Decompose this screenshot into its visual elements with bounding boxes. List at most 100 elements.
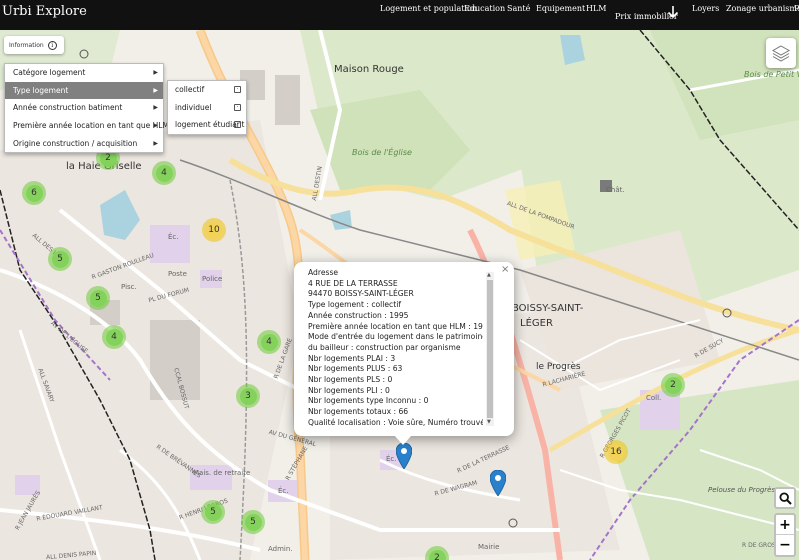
information-button[interactable]: Information i: [4, 36, 64, 54]
place-label: Maison Rouge: [334, 64, 404, 75]
cluster-count: 6: [25, 184, 43, 202]
map-search-button[interactable]: [774, 487, 796, 509]
nav-education[interactable]: Education: [464, 4, 505, 13]
popup-line: Nbr logements totaux : 66: [308, 407, 409, 417]
caret-right-icon: ▶: [153, 139, 158, 147]
cluster-marker[interactable]: 5: [48, 247, 72, 271]
checkbox-icon[interactable]: ·: [234, 121, 241, 129]
cluster-count: 4: [260, 333, 278, 351]
nav-hlm[interactable]: HLM: [586, 4, 606, 13]
submenu-item-label: individuel: [175, 102, 212, 112]
popup-line: Adresse: [308, 268, 339, 277]
nav-zonage-urbanisme[interactable]: Zonage urbanisme: [726, 4, 799, 13]
cluster-count: 2: [664, 376, 682, 394]
menu-item-categorie-logement[interactable]: Catégore logement ▶: [5, 64, 163, 82]
close-icon[interactable]: ×: [501, 264, 509, 275]
caret-right-icon: ▶: [153, 104, 158, 112]
menu-item-label: Année construction batiment: [13, 103, 123, 113]
cluster-count: 5: [204, 503, 222, 521]
popup-scrollbar[interactable]: ▲ ▼: [486, 272, 494, 426]
menu-item-type-logement[interactable]: Type logement ▶: [5, 81, 163, 100]
submenu-item-label: collectif: [175, 85, 205, 95]
popup-content[interactable]: Adresse 4 RUE DE LA TERRASSE 94470 BOISS…: [308, 268, 483, 430]
poi-label: Pisc.: [121, 283, 137, 291]
poi-label: Admin.: [268, 545, 293, 553]
cluster-marker[interactable]: 5: [201, 500, 225, 524]
zoom-control: + −: [774, 513, 796, 557]
cluster-marker[interactable]: 3: [236, 384, 260, 408]
cluster-marker[interactable]: 5: [86, 286, 110, 310]
popup-line: Nbr logements PLS : 0: [308, 375, 393, 385]
nav-more[interactable]: P: [794, 4, 799, 13]
layers-button[interactable]: [766, 38, 796, 68]
place-label: Léger: [520, 318, 553, 329]
cluster-count: 2: [428, 549, 446, 560]
nav-sante[interactable]: Santé: [507, 4, 530, 13]
cluster-marker[interactable]: 4: [152, 161, 176, 185]
map-marker-icon[interactable]: [490, 470, 506, 496]
poi-label: Poste: [168, 270, 187, 278]
popup-line: Type logement : collectif: [308, 300, 401, 310]
poi-label: Mairie: [478, 543, 500, 551]
poi-label: Chât.: [606, 186, 625, 194]
type-logement-submenu: collectif · individuel · logement étudia…: [167, 80, 247, 135]
cluster-marker[interactable]: 6: [22, 181, 46, 205]
forest-label: Bois de Petit Val: [744, 70, 799, 79]
cluster-count: 4: [155, 164, 173, 182]
layers-icon: [771, 45, 791, 62]
cluster-count: 16: [607, 443, 625, 461]
nav-loyers[interactable]: Loyers: [692, 4, 719, 13]
cluster-count: 5: [244, 513, 262, 531]
menu-item-label: Catégore logement: [13, 68, 86, 78]
popup-line: Qualité localisation : Voie sûre, Numéro…: [308, 417, 483, 427]
information-label: Information: [9, 41, 44, 49]
poi-label: Éc.: [386, 455, 397, 463]
poi-label: Coll.: [646, 394, 662, 402]
poi-label: Éc.: [278, 487, 289, 495]
poi-label: Police: [202, 275, 223, 283]
checkbox-icon[interactable]: ·: [234, 103, 241, 111]
popup-line: Nbr logements PLI : 0: [308, 385, 390, 395]
cluster-marker[interactable]: 5: [241, 510, 265, 534]
zoom-out-icon[interactable]: −: [776, 535, 794, 555]
menu-item-annee-construction[interactable]: Année construction batiment ▶: [5, 99, 163, 117]
popup-line: Mode d'entrée du logement dans le patrim…: [308, 332, 483, 342]
submenu-item-logement-etudiant[interactable]: logement étudiant ·: [168, 116, 246, 134]
filter-menu: Catégore logement ▶ Type logement ▶ Anné…: [4, 63, 169, 153]
popup-line: Nbr logements type Inconnu : 0: [308, 396, 429, 406]
top-navbar: Urbi Explore Logement et population Educ…: [0, 0, 799, 30]
popup-line: 4 RUE DE LA TERRASSE: [308, 278, 398, 288]
info-icon: i: [47, 40, 57, 50]
poi-label: Éc.: [168, 233, 179, 241]
popup-line: du bailleur : construction par organisme: [308, 342, 461, 352]
app-title[interactable]: Urbi Explore: [2, 4, 87, 19]
arrow-down-icon[interactable]: [667, 5, 679, 19]
nav-equipement[interactable]: Equipement: [536, 4, 585, 13]
popup-line: Première année location en tant que HLM …: [308, 321, 483, 331]
cluster-count: 3: [239, 387, 257, 405]
cluster-marker[interactable]: 4: [257, 330, 281, 354]
menu-item-origine-construction[interactable]: Origine construction / acquisition ▶: [5, 134, 163, 152]
popup-line: 94470 BOISSY-SAINT-LÉGER: [308, 289, 414, 299]
scroll-down-icon[interactable]: ▼: [487, 419, 491, 425]
cluster-marker[interactable]: 16: [604, 440, 628, 464]
cluster-marker[interactable]: 4: [102, 325, 126, 349]
scrollbar-thumb[interactable]: [487, 280, 493, 418]
nav-logement-population[interactable]: Logement et population: [380, 4, 477, 13]
submenu-item-collectif[interactable]: collectif ·: [168, 81, 246, 99]
cluster-count: 4: [105, 328, 123, 346]
menu-item-label: Type logement: [13, 85, 69, 95]
menu-item-label: Première année location en tant que HLM: [13, 121, 169, 131]
zoom-in-icon[interactable]: +: [776, 515, 794, 535]
cluster-marker[interactable]: 2: [661, 373, 685, 397]
menu-item-premiere-annee-location[interactable]: Première année location en tant que HLM …: [5, 117, 169, 135]
cluster-marker[interactable]: 10: [202, 218, 226, 242]
place-label: Boissy-Saint-: [512, 303, 584, 314]
scroll-up-icon[interactable]: ▲: [487, 272, 491, 278]
cluster-count: 5: [51, 250, 69, 268]
caret-right-icon: ▶: [153, 69, 158, 77]
caret-right-icon: ▶: [153, 86, 158, 94]
checkbox-icon[interactable]: ·: [234, 86, 241, 93]
submenu-item-individuel[interactable]: individuel ·: [168, 99, 246, 117]
map-marker-icon[interactable]: [396, 443, 412, 469]
